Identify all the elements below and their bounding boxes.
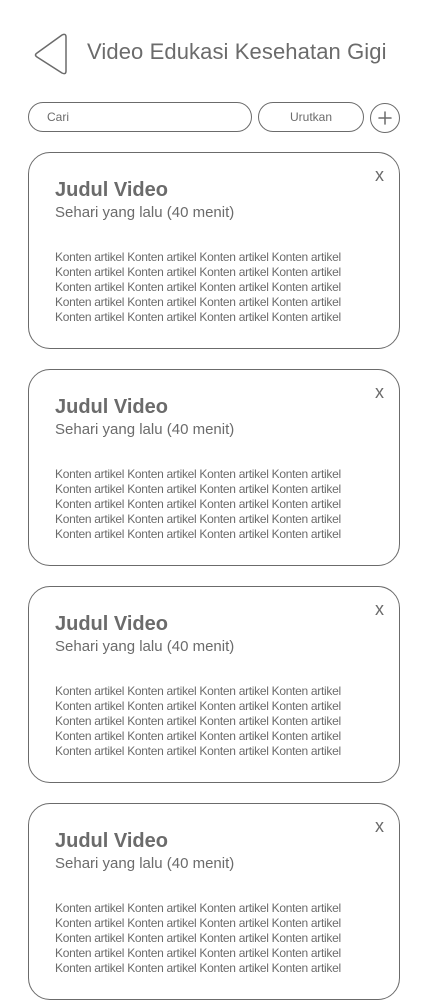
add-button[interactable] (370, 103, 400, 133)
sort-button[interactable]: Urutkan (258, 102, 364, 132)
video-card[interactable]: x Judul Video Sehari yang lalu (40 menit… (28, 369, 400, 566)
video-description: Konten artikel Konten artikel Konten art… (55, 901, 341, 975)
close-icon[interactable]: x (375, 816, 384, 836)
plus-icon (378, 111, 392, 125)
back-button[interactable] (32, 32, 70, 76)
video-meta: Sehari yang lalu (40 menit) (55, 204, 235, 221)
video-card[interactable]: x Judul Video Sehari yang lalu (40 menit… (28, 586, 400, 783)
video-description: Konten artikel Konten artikel Konten art… (55, 467, 341, 541)
video-meta: Sehari yang lalu (40 menit) (55, 421, 235, 438)
toolbar: Urutkan (0, 102, 428, 133)
app-header: Video Edukasi Kesehatan Gigi (0, 30, 428, 78)
video-description: Konten artikel Konten artikel Konten art… (55, 684, 341, 758)
video-meta: Sehari yang lalu (40 menit) (55, 638, 235, 655)
video-title: Judul Video (55, 830, 168, 852)
video-title: Judul Video (55, 179, 168, 201)
close-icon[interactable]: x (375, 599, 384, 619)
video-meta: Sehari yang lalu (40 menit) (55, 855, 235, 872)
close-icon[interactable]: x (375, 165, 384, 185)
chevron-left-icon (34, 33, 67, 75)
search-input[interactable] (28, 102, 252, 132)
video-title: Judul Video (55, 396, 168, 418)
video-card[interactable]: x Judul Video Sehari yang lalu (40 menit… (28, 803, 400, 1000)
close-icon[interactable]: x (375, 382, 384, 402)
video-title: Judul Video (55, 613, 168, 635)
video-card[interactable]: x Judul Video Sehari yang lalu (40 menit… (28, 152, 400, 349)
page-title: Video Edukasi Kesehatan Gigi (87, 39, 387, 64)
video-description: Konten artikel Konten artikel Konten art… (55, 250, 341, 324)
